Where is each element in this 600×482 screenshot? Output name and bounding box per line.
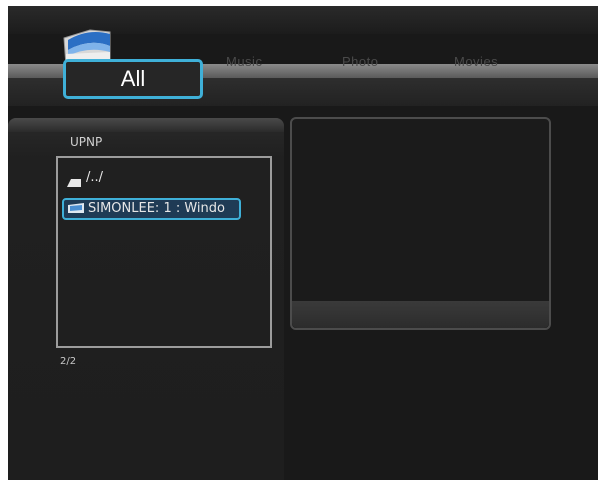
tab-music[interactable]: Music bbox=[226, 54, 262, 69]
list-item-label: /../ bbox=[86, 170, 104, 185]
preview-panel-footer bbox=[292, 301, 549, 328]
tab-photo[interactable]: Photo bbox=[342, 54, 378, 69]
source-label: UPNP bbox=[70, 135, 103, 149]
browser-panel-header bbox=[8, 118, 284, 132]
file-list: /../ SIMONLEE: 1 : Windo bbox=[56, 156, 272, 348]
page-indicator: 2/2 bbox=[60, 356, 77, 367]
list-item-network-share[interactable]: SIMONLEE: 1 : Windo bbox=[62, 198, 241, 220]
folder-up-icon bbox=[67, 179, 81, 187]
list-item-parent-folder[interactable]: /../ bbox=[62, 168, 103, 190]
network-share-icon bbox=[68, 203, 84, 213]
preview-panel bbox=[290, 117, 551, 330]
media-browser-screen: All Music Photo Movies UPNP /../ SIMONLE… bbox=[8, 6, 598, 480]
tab-all[interactable]: All bbox=[63, 59, 203, 99]
list-item-label: SIMONLEE: 1 : Windo bbox=[88, 201, 225, 216]
tab-movies[interactable]: Movies bbox=[454, 54, 498, 69]
